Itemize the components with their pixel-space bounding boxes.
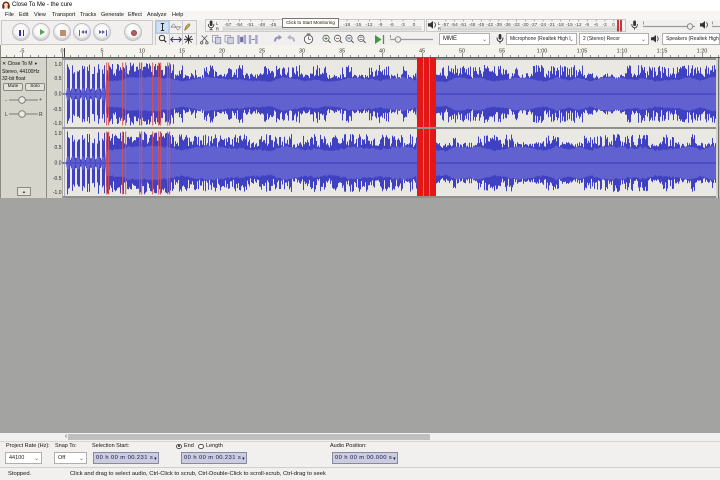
svg-text:-: - (5, 98, 7, 104)
svg-text:-1.0: -1.0 (53, 121, 62, 127)
svg-text:L: L (216, 21, 219, 26)
svg-text:0.5: 0.5 (55, 76, 62, 82)
svg-text:1.0: 1.0 (55, 62, 62, 68)
svg-text:R: R (39, 112, 43, 118)
svg-text:-0.5: -0.5 (53, 107, 62, 113)
svg-text:L: L (438, 21, 441, 26)
svg-text:+: + (39, 97, 42, 103)
svg-text:-0.5: -0.5 (53, 176, 62, 182)
svg-text:-1.0: -1.0 (53, 190, 62, 196)
svg-text:0.5: 0.5 (55, 145, 62, 151)
svg-text:1.0: 1.0 (55, 131, 62, 137)
svg-text:R: R (216, 27, 219, 32)
svg-text:0.0: 0.0 (55, 161, 62, 167)
svg-text:0.0: 0.0 (55, 92, 62, 98)
svg-text:L: L (5, 112, 8, 118)
